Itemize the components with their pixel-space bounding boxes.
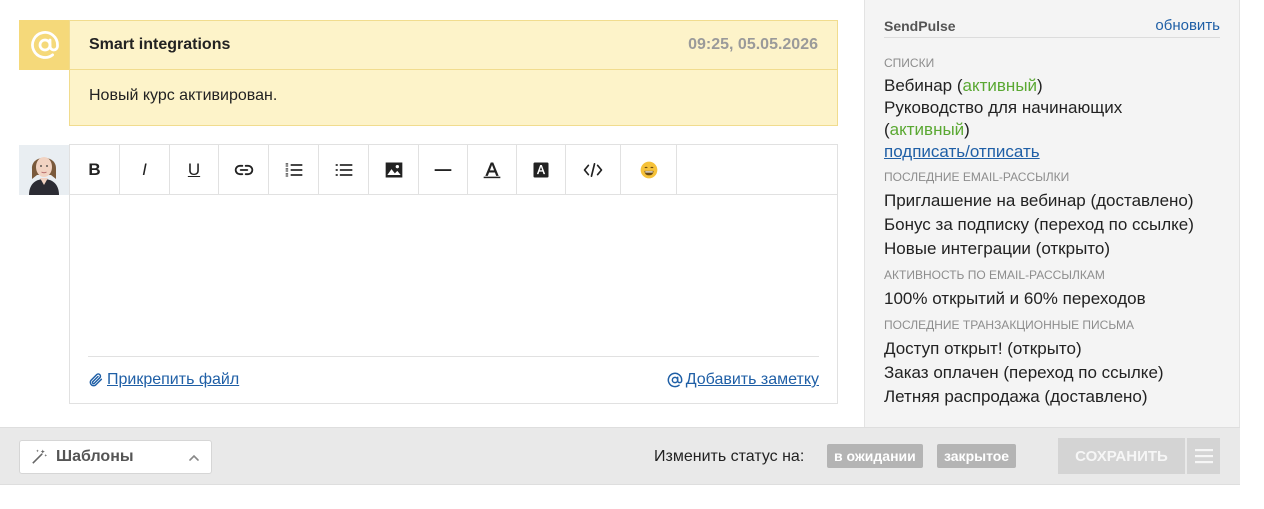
sendpulse-sidebar: SendPulse обновить СПИСКИ Вебинар (актив… [864, 0, 1240, 427]
magic-wand-icon [32, 449, 48, 464]
reply-text-area[interactable] [88, 195, 819, 357]
text-color-icon [483, 162, 501, 178]
emoji-button[interactable] [621, 145, 677, 194]
sidebar-header: SendPulse обновить [884, 17, 1220, 38]
bullet-list-icon [335, 163, 352, 176]
horizontal-rule-icon [434, 168, 452, 171]
note-timestamp: 09:25, 05.05.2026 [688, 36, 818, 53]
sidebar-title: SendPulse [884, 18, 956, 34]
campaign-item: Бонус за подписку (переход по ссылке) [884, 215, 1194, 234]
note-icon-block [19, 20, 70, 70]
bottom-action-bar: Шаблоны Изменить статус на: в ожидании з… [0, 427, 1240, 485]
add-note-link[interactable]: Добавить заметку [667, 371, 819, 389]
bold-button[interactable]: B [70, 145, 120, 194]
text-color-button[interactable] [468, 145, 517, 194]
list-status: активный [889, 120, 965, 139]
status-closed-button[interactable]: закрытое [937, 444, 1017, 468]
status-pending-button[interactable]: в ожидании [827, 444, 923, 468]
ordered-list-icon [285, 162, 302, 176]
activity-value: 100% открытий и 60% переходов [884, 289, 1146, 308]
sidebar-content: СПИСКИ Вебинар (активный) Руководство дл… [884, 56, 1220, 416]
paperclip-icon [89, 373, 103, 387]
attach-file-label: Прикрепить файл [107, 371, 240, 388]
editor-footer: Прикрепить файл Добавить заметку [88, 365, 819, 395]
background-color-icon [533, 162, 549, 177]
note-card: Smart integrations 09:25, 05.05.2026 Нов… [69, 20, 838, 126]
chevron-up-icon [189, 454, 199, 461]
campaigns-section: ПОСЛЕДНИЕ EMAIL-РАССЫЛКИ Приглашение на … [884, 170, 1220, 261]
list-status: активный [962, 76, 1038, 95]
campaigns-label: ПОСЛЕДНИЕ EMAIL-РАССЫЛКИ [884, 170, 1070, 184]
add-note-label: Добавить заметку [685, 371, 819, 388]
code-button[interactable] [566, 145, 621, 194]
bullet-list-button[interactable] [319, 145, 369, 194]
emoji-icon [640, 161, 657, 178]
change-status-label: Изменить статус на: [654, 448, 805, 465]
note-header: Smart integrations 09:25, 05.05.2026 [70, 21, 837, 70]
subscribe-unsubscribe-link[interactable]: подписать/отписать [884, 141, 1220, 163]
list-item: Руководство для начинающих (активный) [884, 98, 1123, 139]
avatar [19, 145, 69, 195]
ticket-main: Smart integrations 09:25, 05.05.2026 Нов… [0, 0, 864, 427]
transactional-item: Летняя распродажа (доставлено) [884, 387, 1148, 406]
link-button[interactable] [219, 145, 269, 194]
horizontal-rule-button[interactable] [419, 145, 468, 194]
lists-label: СПИСКИ [884, 56, 935, 70]
templates-label: Шаблоны [56, 448, 134, 465]
templates-dropdown[interactable]: Шаблоны [19, 440, 212, 474]
activity-label: АКТИВНОСТЬ ПО EMAIL-РАССЫЛКАМ [884, 268, 1105, 282]
underline-button[interactable]: U [170, 145, 219, 194]
link-icon [234, 164, 253, 175]
at-sign-icon [30, 31, 59, 59]
image-icon [385, 162, 402, 177]
transactional-label: ПОСЛЕДНИЕ ТРАНЗАКЦИОННЫЕ ПИСЬМА [884, 318, 1134, 332]
reply-editor: B I U Прикрепить файл Добавить заметку [69, 144, 838, 404]
more-menu-button[interactable] [1187, 438, 1220, 474]
hamburger-menu-icon [1194, 449, 1213, 464]
lists-section: СПИСКИ Вебинар (активный) Руководство дл… [884, 56, 1220, 163]
code-icon [583, 162, 603, 177]
refresh-link[interactable]: обновить [1155, 17, 1220, 34]
campaign-item: Приглашение на вебинар (доставлено) [884, 191, 1194, 210]
activity-section: АКТИВНОСТЬ ПО EMAIL-РАССЫЛКАМ 100% откры… [884, 268, 1220, 311]
transactional-item: Доступ открыт! (открыто) [884, 339, 1082, 358]
attach-file-link[interactable]: Прикрепить файл [88, 371, 239, 389]
at-sign-icon [667, 372, 683, 388]
italic-button[interactable]: I [120, 145, 170, 194]
background-color-button[interactable] [517, 145, 566, 194]
transactional-item: Заказ оплачен (переход по ссылке) [884, 363, 1164, 382]
ordered-list-button[interactable] [269, 145, 319, 194]
image-button[interactable] [369, 145, 419, 194]
editor-toolbar: B I U [70, 145, 837, 195]
transactional-section: ПОСЛЕДНИЕ ТРАНЗАКЦИОННЫЕ ПИСЬМА Доступ о… [884, 318, 1220, 409]
note-text: Новый курс активирован. [89, 87, 278, 104]
campaign-item: Новые интеграции (открыто) [884, 239, 1111, 258]
list-item: Вебинар (активный) [884, 76, 1043, 95]
save-button[interactable]: СОХРАНИТЬ [1058, 438, 1185, 474]
note-title: Smart integrations [89, 36, 231, 53]
